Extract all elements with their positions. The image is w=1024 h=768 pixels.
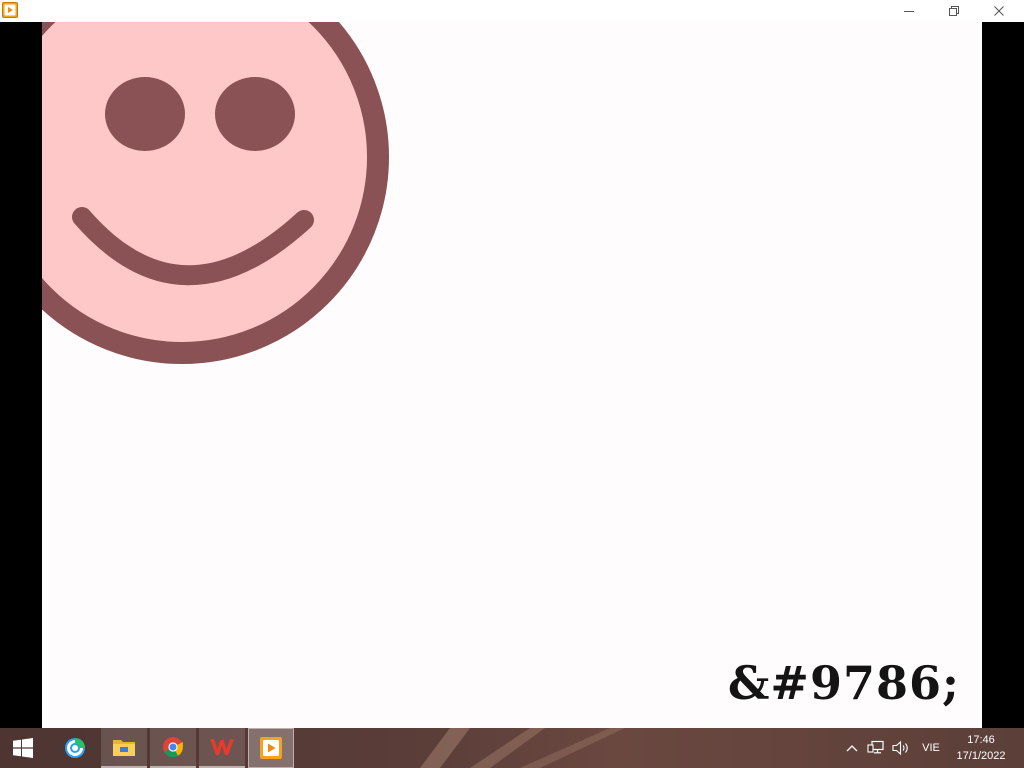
chevron-up-icon bbox=[846, 745, 858, 752]
input-language-indicator[interactable]: VIE bbox=[918, 728, 944, 768]
file-explorer-icon bbox=[113, 740, 135, 756]
taskbar: VIE 17:46 17/1/2022 bbox=[0, 728, 1024, 768]
taskbar-clock[interactable]: 17:46 17/1/2022 bbox=[948, 728, 1014, 768]
window-titlebar[interactable] bbox=[0, 0, 1024, 22]
restore-button[interactable] bbox=[931, 0, 976, 22]
wps-office-icon bbox=[210, 739, 234, 755]
start-button[interactable] bbox=[0, 728, 46, 768]
close-button[interactable] bbox=[976, 0, 1021, 22]
chrome-icon bbox=[163, 737, 183, 758]
smiley-face-image bbox=[42, 22, 389, 364]
video-frame[interactable]: &#9786; bbox=[42, 22, 982, 728]
video-area[interactable]: &#9786; bbox=[0, 22, 1024, 728]
windows-start-icon bbox=[13, 738, 33, 758]
minimize-button[interactable] bbox=[886, 0, 931, 22]
taskbar-coccoc-button[interactable] bbox=[52, 728, 98, 768]
media-player-icon[interactable] bbox=[2, 2, 18, 18]
taskbar-wps-office-button[interactable] bbox=[199, 728, 245, 768]
taskbar-media-player-button[interactable] bbox=[248, 728, 294, 768]
desktop-screen: &#9786; VIE 17:46 17/1/2022 bbox=[0, 0, 1024, 768]
restore-icon bbox=[948, 6, 959, 16]
coccoc-browser-icon bbox=[65, 738, 85, 758]
taskbar-file-explorer-button[interactable] bbox=[101, 728, 147, 768]
volume-button[interactable] bbox=[890, 728, 912, 768]
network-icon bbox=[867, 740, 884, 754]
show-hidden-icons-button[interactable] bbox=[842, 728, 862, 768]
clock-time: 17:46 bbox=[967, 734, 995, 746]
clock-date: 17/1/2022 bbox=[956, 750, 1006, 762]
media-player-icon bbox=[260, 737, 282, 759]
entity-caption: &#9786; bbox=[727, 656, 960, 710]
network-button[interactable] bbox=[864, 728, 888, 768]
wallpaper-decoration bbox=[420, 728, 625, 768]
minimize-icon bbox=[903, 11, 914, 12]
close-icon bbox=[993, 6, 1004, 16]
volume-icon bbox=[892, 740, 908, 756]
taskbar-chrome-button[interactable] bbox=[150, 728, 196, 768]
